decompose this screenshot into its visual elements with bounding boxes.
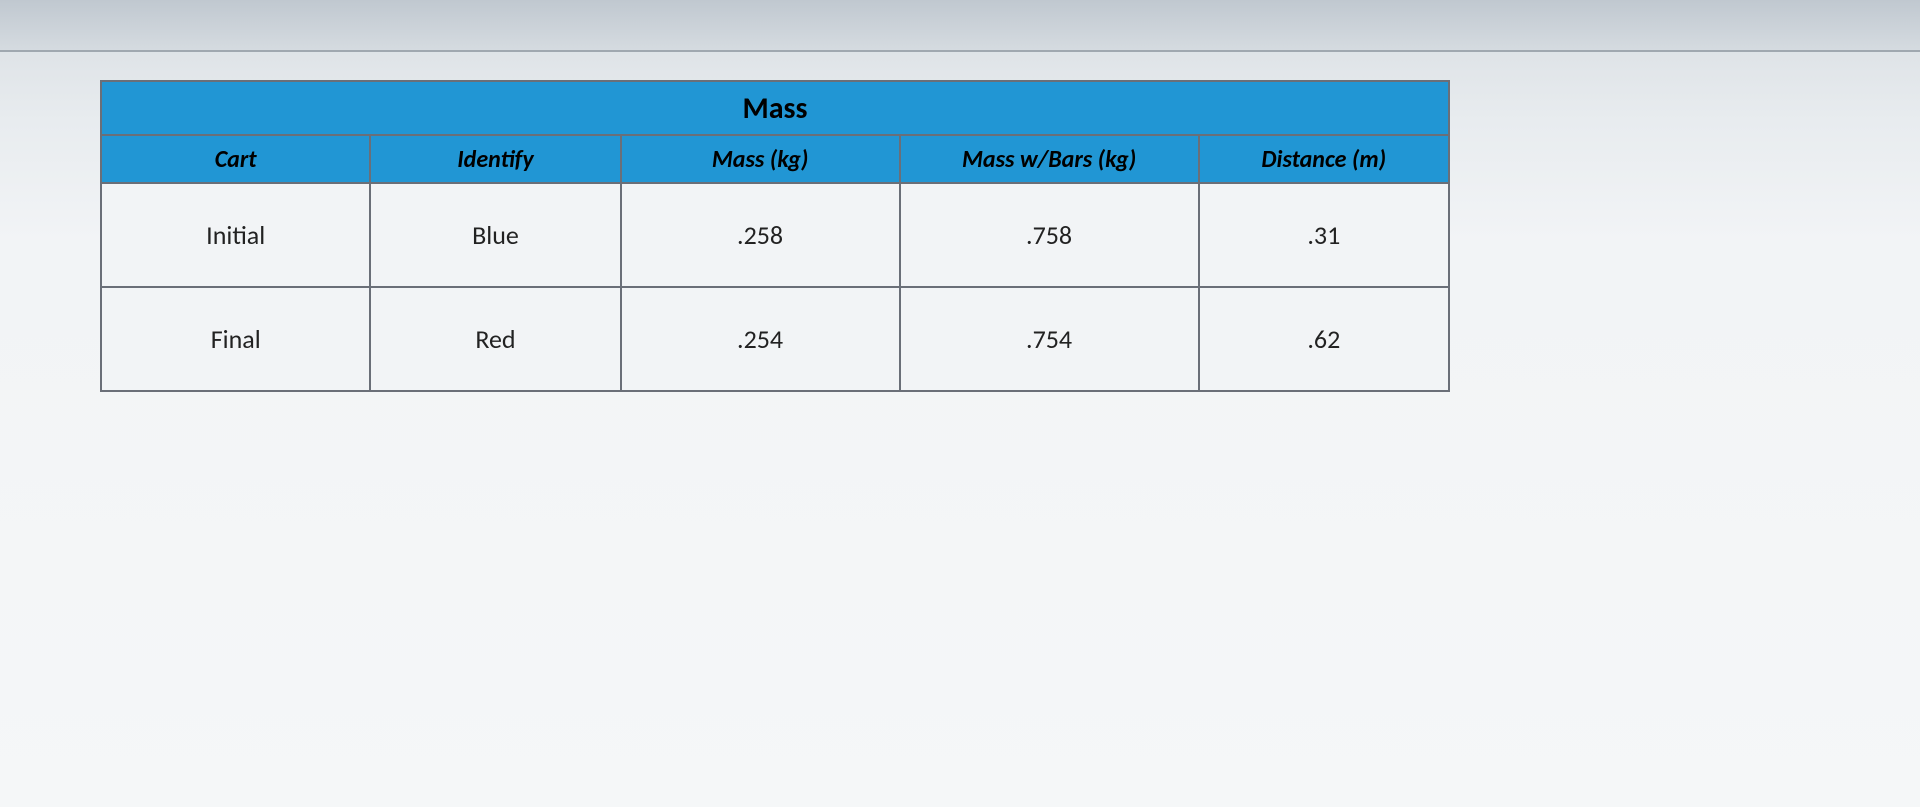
col-header-mass: Mass (kg) — [621, 135, 900, 183]
cell-mass-with-bars: .754 — [900, 287, 1199, 391]
cell-mass-with-bars: .758 — [900, 183, 1199, 287]
col-header-identify: Identify — [370, 135, 620, 183]
cell-identify: Red — [370, 287, 620, 391]
cell-distance: .62 — [1199, 287, 1449, 391]
cell-mass: .254 — [621, 287, 900, 391]
table-title: Mass — [101, 81, 1449, 135]
cell-cart: Initial — [101, 183, 370, 287]
cell-cart: Final — [101, 287, 370, 391]
cell-mass: .258 — [621, 183, 900, 287]
table-row: Final Red .254 .754 .62 — [101, 287, 1449, 391]
window-chrome-strip — [0, 0, 1920, 52]
col-header-distance: Distance (m) — [1199, 135, 1449, 183]
col-header-cart: Cart — [101, 135, 370, 183]
mass-data-table: Mass Cart Identify Mass (kg) Mass w/Bars… — [100, 80, 1450, 392]
cell-distance: .31 — [1199, 183, 1449, 287]
cell-identify: Blue — [370, 183, 620, 287]
col-header-mass-with-bars: Mass w/Bars (kg) — [900, 135, 1199, 183]
table-row: Initial Blue .258 .758 .31 — [101, 183, 1449, 287]
